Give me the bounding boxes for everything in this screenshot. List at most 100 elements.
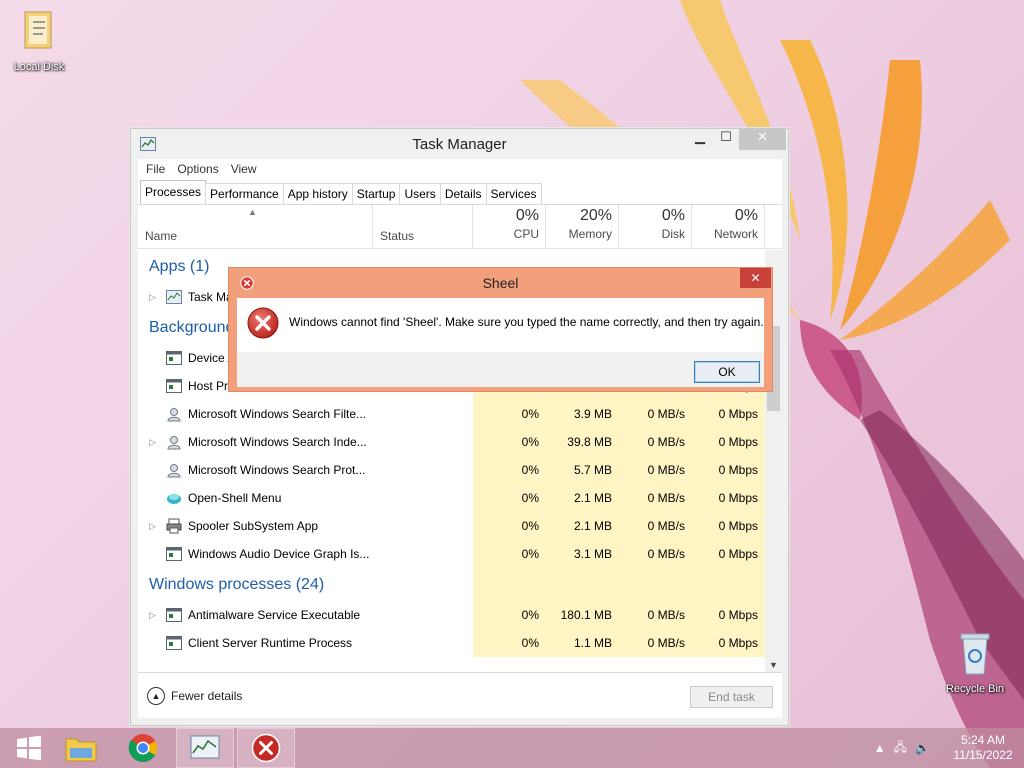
process-name: Microsoft Windows Search Inde...	[188, 435, 367, 449]
table-row[interactable]: Windows Audio Device Graph Is... 0% 3.1 MB…	[138, 540, 765, 568]
memory-cell: 5.7 MB	[546, 456, 619, 484]
task-manager-content: File Options View Processes Performance …	[138, 159, 782, 718]
dialog-footer: OK	[237, 352, 764, 387]
table-row[interactable]: ▷ Microsoft Windows Search Inde... 0% 39.8 …	[138, 428, 765, 456]
table-row[interactable]: Open-Shell Menu 0% 2.1 MB 0 MB/s 0 Mbps	[138, 484, 765, 512]
memory-cell: 2.1 MB	[546, 484, 619, 512]
process-name: Client Server Runtime Process	[188, 636, 353, 650]
folder-icon	[65, 738, 97, 762]
tab-services[interactable]: Services	[485, 183, 542, 204]
window-process-icon	[166, 379, 182, 393]
open-shell-icon	[167, 494, 181, 504]
table-row[interactable]: Microsoft Windows Search Prot... 0% 5.7 MB…	[138, 456, 765, 484]
end-task-button[interactable]: End task	[690, 686, 773, 708]
desktop-icon-label: Recycle Bin	[945, 683, 1005, 695]
menu-view[interactable]: View	[225, 159, 263, 181]
column-disk[interactable]: 0% Disk	[619, 205, 692, 249]
menu-file[interactable]: File	[140, 159, 171, 181]
column-memory[interactable]: 20% Memory	[546, 205, 619, 249]
column-headers: ▲ Name Status 0% CPU 20% Memory 0% Disk	[138, 205, 782, 249]
menu-bar: File Options View	[138, 159, 782, 181]
task-manager-titlebar[interactable]: Task Manager ▁ ☐ ✕	[131, 129, 788, 159]
table-row[interactable]: Microsoft Windows Search Filte... 0% 3.9 M…	[138, 400, 765, 428]
network-cell: 0 Mbps	[692, 484, 765, 512]
task-manager-icon	[190, 735, 220, 759]
disk-cell: 0 MB/s	[619, 601, 692, 629]
tab-startup[interactable]: Startup	[351, 183, 401, 204]
error-dialog-taskbar-button[interactable]	[237, 728, 295, 768]
dialog-titlebar[interactable]: Sheel ✕	[229, 268, 772, 298]
task-manager-window: Task Manager ▁ ☐ ✕ File Options View Pro…	[130, 128, 789, 726]
local-disk-desktop-icon[interactable]: Local Disk	[4, 8, 74, 73]
service-process-icon	[167, 408, 181, 422]
volume-icon[interactable]: 🔈	[915, 741, 930, 755]
table-row[interactable]: ▷ Antimalware Service Executable 0% 180.1 M…	[138, 601, 765, 629]
error-icon	[247, 307, 279, 339]
maximize-button[interactable]: ☐	[713, 129, 739, 150]
chrome-icon	[128, 734, 157, 762]
tab-app-history[interactable]: App history	[282, 183, 353, 204]
folder-icon	[24, 11, 52, 49]
tab-strip: Processes Performance App history Startu…	[138, 180, 782, 205]
memory-cell: 3.9 MB	[546, 400, 619, 428]
disk-cell: 0 MB/s	[619, 456, 692, 484]
process-name: Windows Audio Device Graph Is...	[188, 547, 370, 561]
column-status[interactable]: Status	[373, 205, 473, 249]
network-cell: 0 Mbps	[692, 629, 765, 657]
cpu-cell: 0%	[473, 400, 546, 428]
column-cpu[interactable]: 0% CPU	[473, 205, 546, 249]
error-dialog: Sheel ✕ Windows cannot find 'Sheel'. Mak…	[228, 267, 773, 392]
column-name[interactable]: ▲ Name	[138, 205, 373, 249]
task-manager-icon	[166, 290, 182, 304]
table-row[interactable]: ▷ Spooler SubSystem App 0% 2.1 MB 0 MB/s 0 Mb…	[138, 512, 765, 540]
tab-performance[interactable]: Performance	[205, 183, 284, 204]
window-process-icon	[166, 636, 182, 650]
window-process-icon	[166, 608, 182, 622]
tab-processes[interactable]: Processes	[140, 180, 207, 204]
network-cell: 0 Mbps	[692, 601, 765, 629]
tab-users[interactable]: Users	[399, 183, 441, 204]
cpu-cell: 0%	[473, 484, 546, 512]
taskbar: ▲ 🖧 🔈 5:24 AM 11/15/2022	[0, 728, 1024, 768]
desktop-icon-label: Local Disk	[13, 61, 65, 73]
start-button[interactable]	[0, 728, 58, 768]
service-process-icon	[167, 464, 181, 478]
minimize-button[interactable]: ▁	[687, 129, 713, 150]
clock-time: 5:24 AM	[960, 733, 1006, 747]
menu-options[interactable]: Options	[171, 159, 224, 181]
show-hidden-icons-icon[interactable]: ▲	[874, 741, 886, 755]
expand-arrow-icon[interactable]: ▷	[149, 601, 156, 629]
fewer-details-button[interactable]: ▲ Fewer details	[147, 687, 242, 705]
process-name: Microsoft Windows Search Prot...	[188, 463, 366, 477]
memory-cell: 180.1 MB	[546, 601, 619, 629]
file-explorer-taskbar-button[interactable]	[52, 728, 110, 768]
window-process-icon	[166, 547, 182, 561]
sort-up-icon: ▲	[248, 207, 257, 217]
table-row[interactable]: Client Server Runtime Process 0% 1.1 MB 0 M…	[138, 629, 765, 657]
expand-arrow-icon[interactable]: ▷	[149, 428, 156, 456]
process-name: Microsoft Windows Search Filte...	[188, 407, 367, 421]
tab-details[interactable]: Details	[439, 183, 487, 204]
window-process-icon	[166, 351, 182, 365]
close-button[interactable]: ✕	[739, 129, 786, 150]
chrome-taskbar-button[interactable]	[114, 728, 172, 768]
expand-arrow-icon[interactable]: ▷	[149, 283, 156, 311]
cpu-cell: 0%	[473, 428, 546, 456]
cpu-cell: 0%	[473, 629, 546, 657]
column-network[interactable]: 0% Network	[692, 205, 765, 249]
task-manager-taskbar-button[interactable]	[176, 728, 234, 768]
memory-cell: 3.1 MB	[546, 540, 619, 568]
expand-arrow-icon[interactable]: ▷	[149, 512, 156, 540]
recycle-bin-desktop-icon[interactable]: Recycle Bin	[940, 630, 1010, 695]
network-icon[interactable]: 🖧	[894, 738, 907, 759]
dialog-body: Windows cannot find 'Sheel'. Make sure y…	[237, 298, 764, 352]
ok-button[interactable]: OK	[694, 361, 760, 383]
scroll-down-icon[interactable]: ▼	[769, 660, 778, 670]
chevron-up-icon: ▲	[147, 687, 165, 705]
clock[interactable]: 5:24 AM 11/15/2022	[948, 733, 1018, 763]
memory-cell: 39.8 MB	[546, 428, 619, 456]
dialog-close-button[interactable]: ✕	[740, 268, 771, 288]
group-header-windows[interactable]: Windows processes (24)	[138, 568, 765, 601]
cpu-cell: 0%	[473, 512, 546, 540]
process-name: Open-Shell Menu	[188, 491, 282, 505]
